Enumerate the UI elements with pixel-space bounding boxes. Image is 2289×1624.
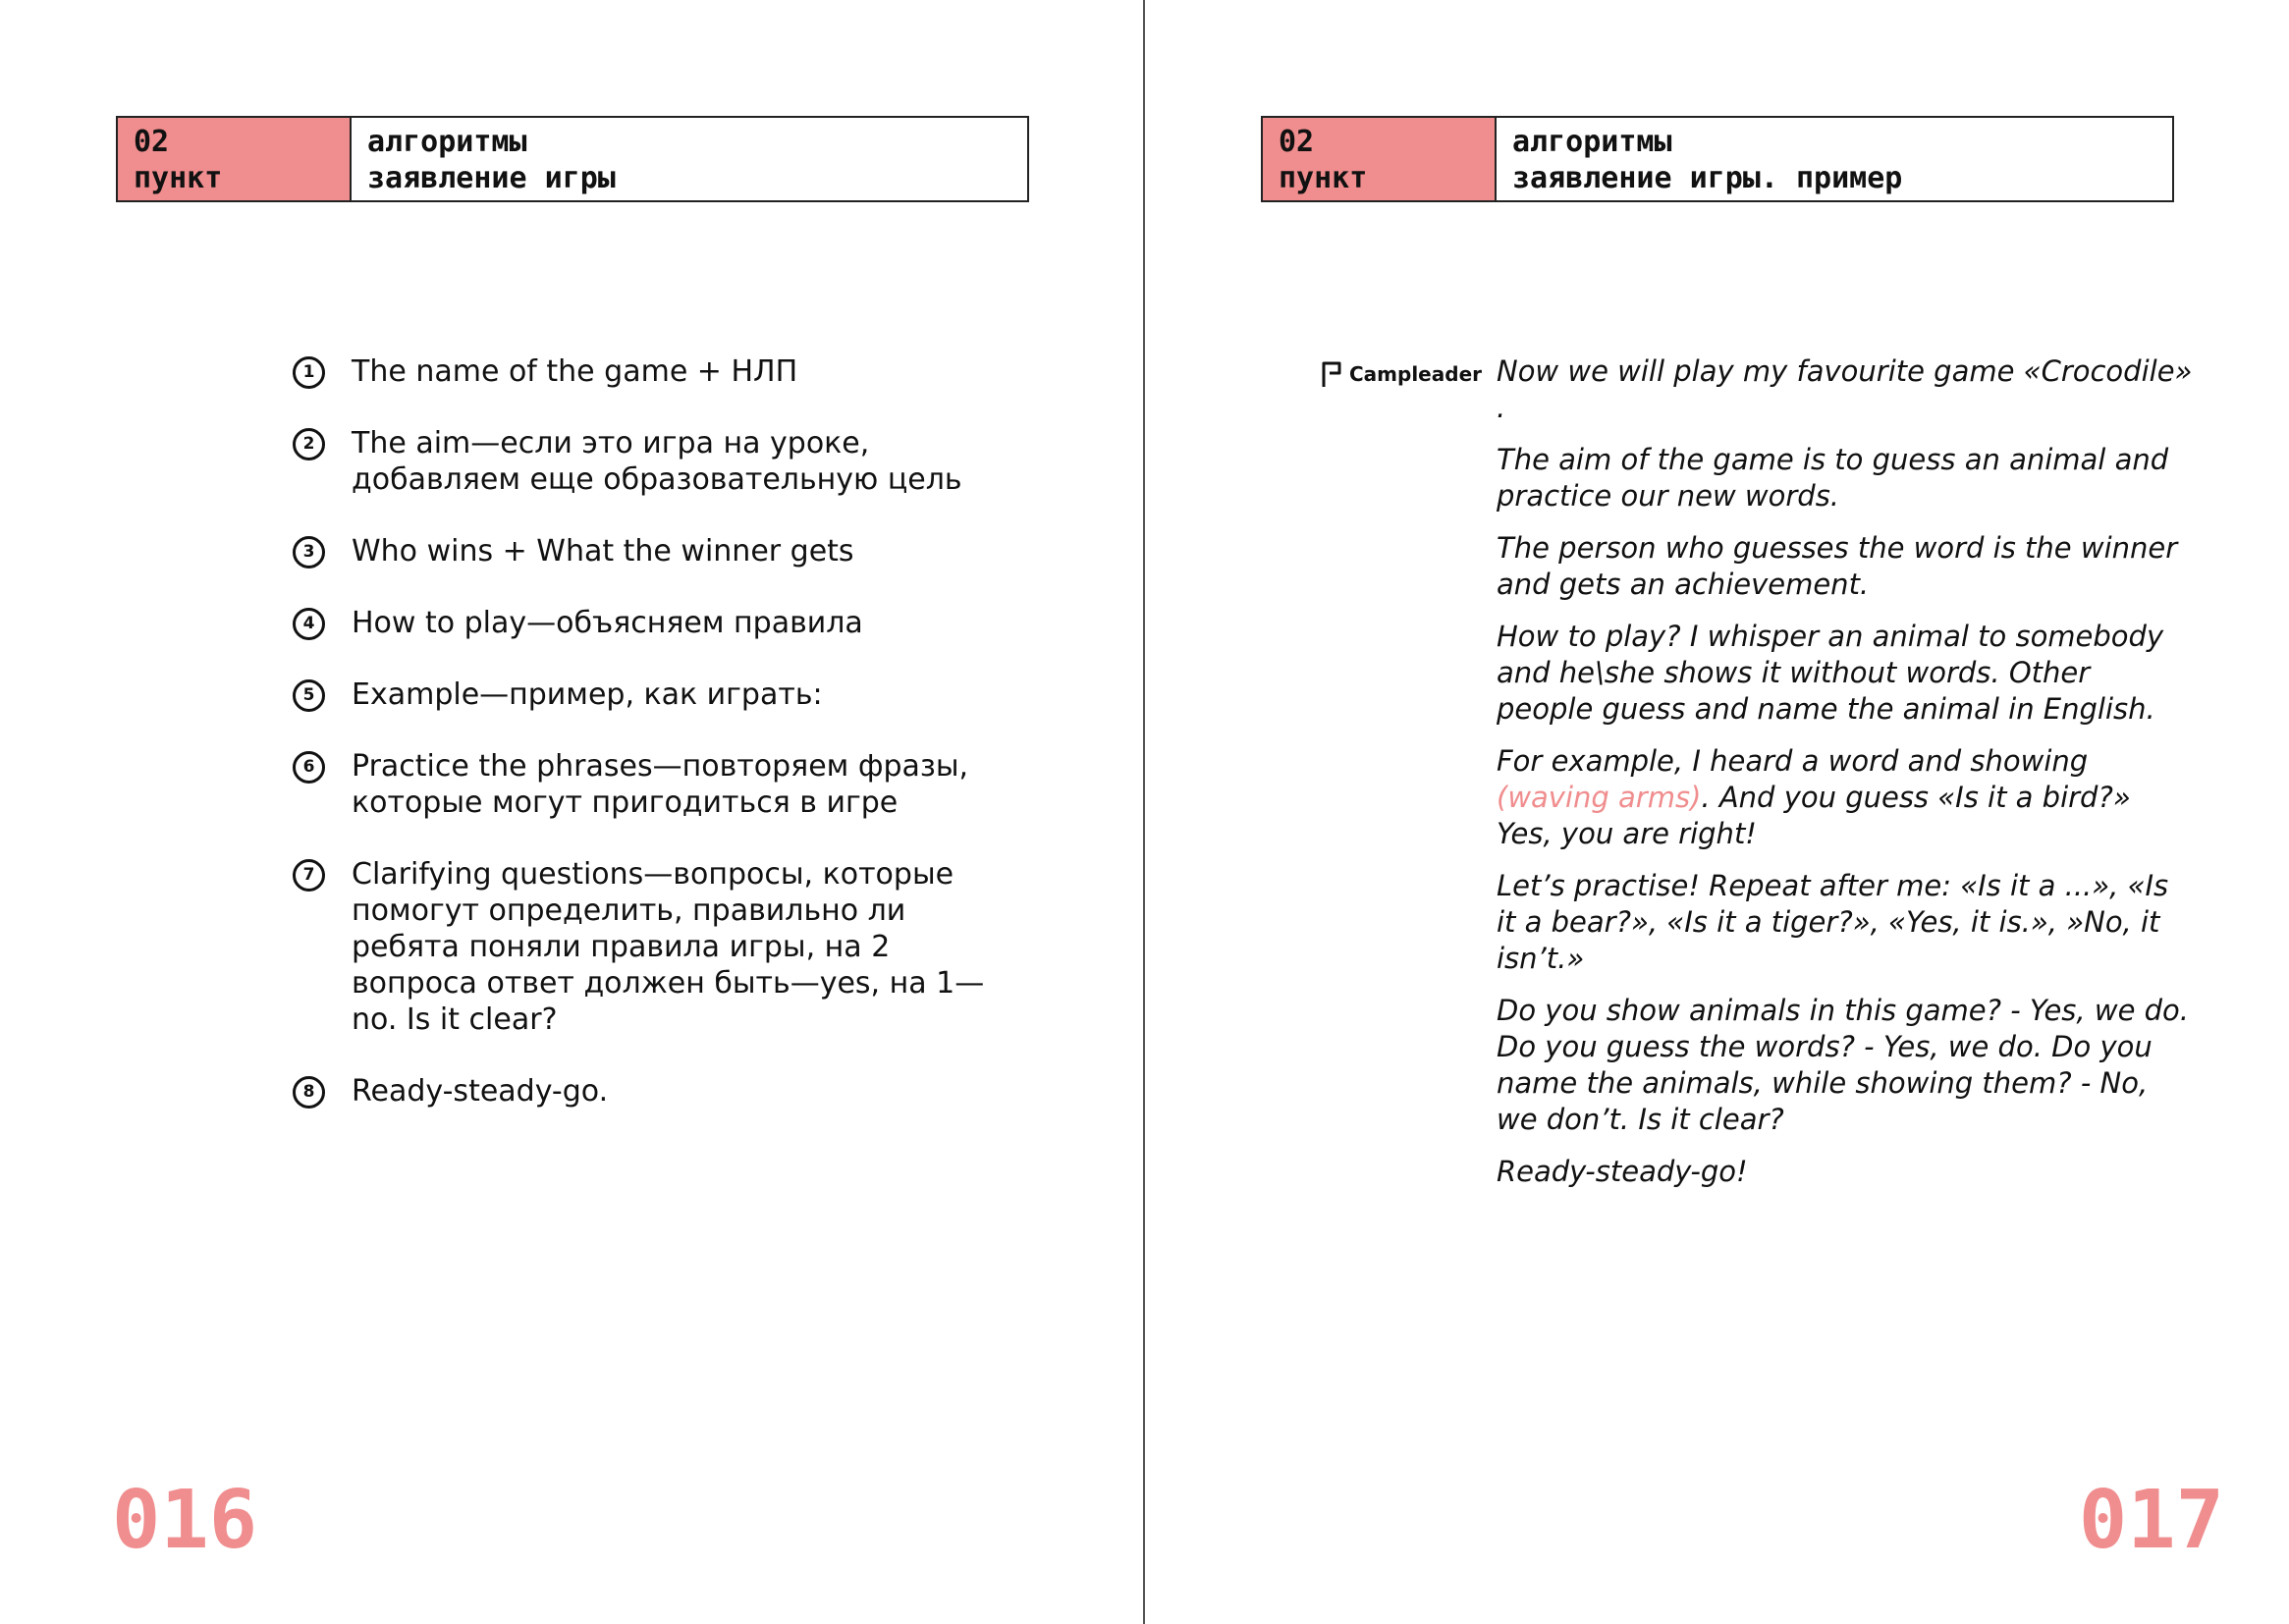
step-item: 8 Ready-steady-go. (293, 1073, 1000, 1110)
step-number-icon: 2 (293, 428, 325, 460)
step-text: Ready-steady-go. (352, 1074, 609, 1109)
book-spread: 02 пункт алгоритмы заявление игры 1 The … (0, 0, 2289, 1624)
script-paragraph: Now we will play my favourite game «Croc… (1497, 354, 2193, 424)
step-text: Practice the phrases—повторяем фразы, ко… (352, 749, 969, 820)
script-paragraph: How to play? I whisper an animal to some… (1497, 620, 2164, 726)
title-cell: алгоритмы заявление игры. пример (1497, 118, 2172, 200)
header-title-line1: алгоритмы (1512, 125, 1672, 159)
step-text: Who wins + What the winner gets (352, 534, 854, 568)
script-paragraph: The aim of the game is to guess an anima… (1497, 443, 2169, 513)
section-cell: 02 пункт (1263, 118, 1497, 200)
step-item: 5 Example—пример, как играть: (293, 677, 1000, 713)
step-number-icon: 1 (293, 356, 325, 389)
step-text: Example—пример, как играть: (352, 677, 823, 712)
header-title-line1: алгоритмы (367, 125, 527, 159)
step-text: Clarifying questions—вопросы, которые по… (352, 857, 985, 1037)
page-number: 017 (2078, 1474, 2224, 1567)
example-script: Now we will play my favourite game «Croc… (1497, 353, 2194, 1206)
header-title-line2: заявление игры (367, 161, 616, 195)
step-number-icon: 3 (293, 536, 325, 568)
step-number-icon: 4 (293, 608, 325, 640)
title-cell: алгоритмы заявление игры (352, 118, 1027, 200)
script-paragraph: Ready-steady-go! (1497, 1155, 1748, 1188)
flag-icon (1322, 361, 1341, 387)
step-item: 1 The name of the game + НЛП (293, 353, 1000, 390)
section-header: 02 пункт алгоритмы заявление игры. приме… (1261, 116, 2174, 202)
section-header: 02 пункт алгоритмы заявление игры (116, 116, 1029, 202)
step-item: 7 Clarifying questions—вопросы, которые … (293, 856, 1000, 1038)
section-number: 02 (1279, 125, 1315, 159)
step-text: The name of the game + НЛП (352, 354, 798, 389)
script-paragraph: The person who guesses the word is the w… (1497, 531, 2178, 601)
speaker-label: Campleader (1320, 359, 1482, 389)
speaker-name: Campleader (1349, 362, 1482, 386)
script-paragraph: For example, I heard a word and showing … (1497, 743, 2194, 852)
step-item: 4 How to play—объясняем правила (293, 605, 1000, 641)
page-number: 016 (112, 1474, 258, 1567)
section-label: пункт (134, 161, 223, 195)
step-number-icon: 7 (293, 859, 325, 892)
step-item: 3 Who wins + What the winner gets (293, 533, 1000, 569)
header-title-line2: заявление игры. пример (1512, 161, 1903, 195)
algorithm-steps: 1 The name of the game + НЛП 2 The aim—е… (293, 353, 1000, 1145)
left-page: 02 пункт алгоритмы заявление игры 1 The … (0, 0, 1143, 1624)
script-paragraph: Do you show animals in this game? - Yes,… (1497, 994, 2189, 1136)
step-text: How to play—объясняем правила (352, 606, 863, 640)
script-text: For example, I heard a word and showing (1497, 744, 2089, 778)
script-paragraph: Let’s practise! Repeat after me: «Is it … (1497, 869, 2169, 975)
step-item: 6 Practice the phrases—повторяем фразы, … (293, 748, 1000, 821)
step-text: The aim—если это игра на уроке, добавляе… (352, 426, 962, 497)
stage-direction: (waving arms) (1497, 781, 1702, 814)
section-number: 02 (134, 125, 170, 159)
right-page: 02 пункт алгоритмы заявление игры. приме… (1145, 0, 2289, 1624)
section-cell: 02 пункт (118, 118, 352, 200)
step-number-icon: 8 (293, 1076, 325, 1109)
step-number-icon: 6 (293, 751, 325, 784)
section-label: пункт (1279, 161, 1368, 195)
step-number-icon: 5 (293, 679, 325, 712)
step-item: 2 The aim—если это игра на уроке, добавл… (293, 425, 1000, 498)
